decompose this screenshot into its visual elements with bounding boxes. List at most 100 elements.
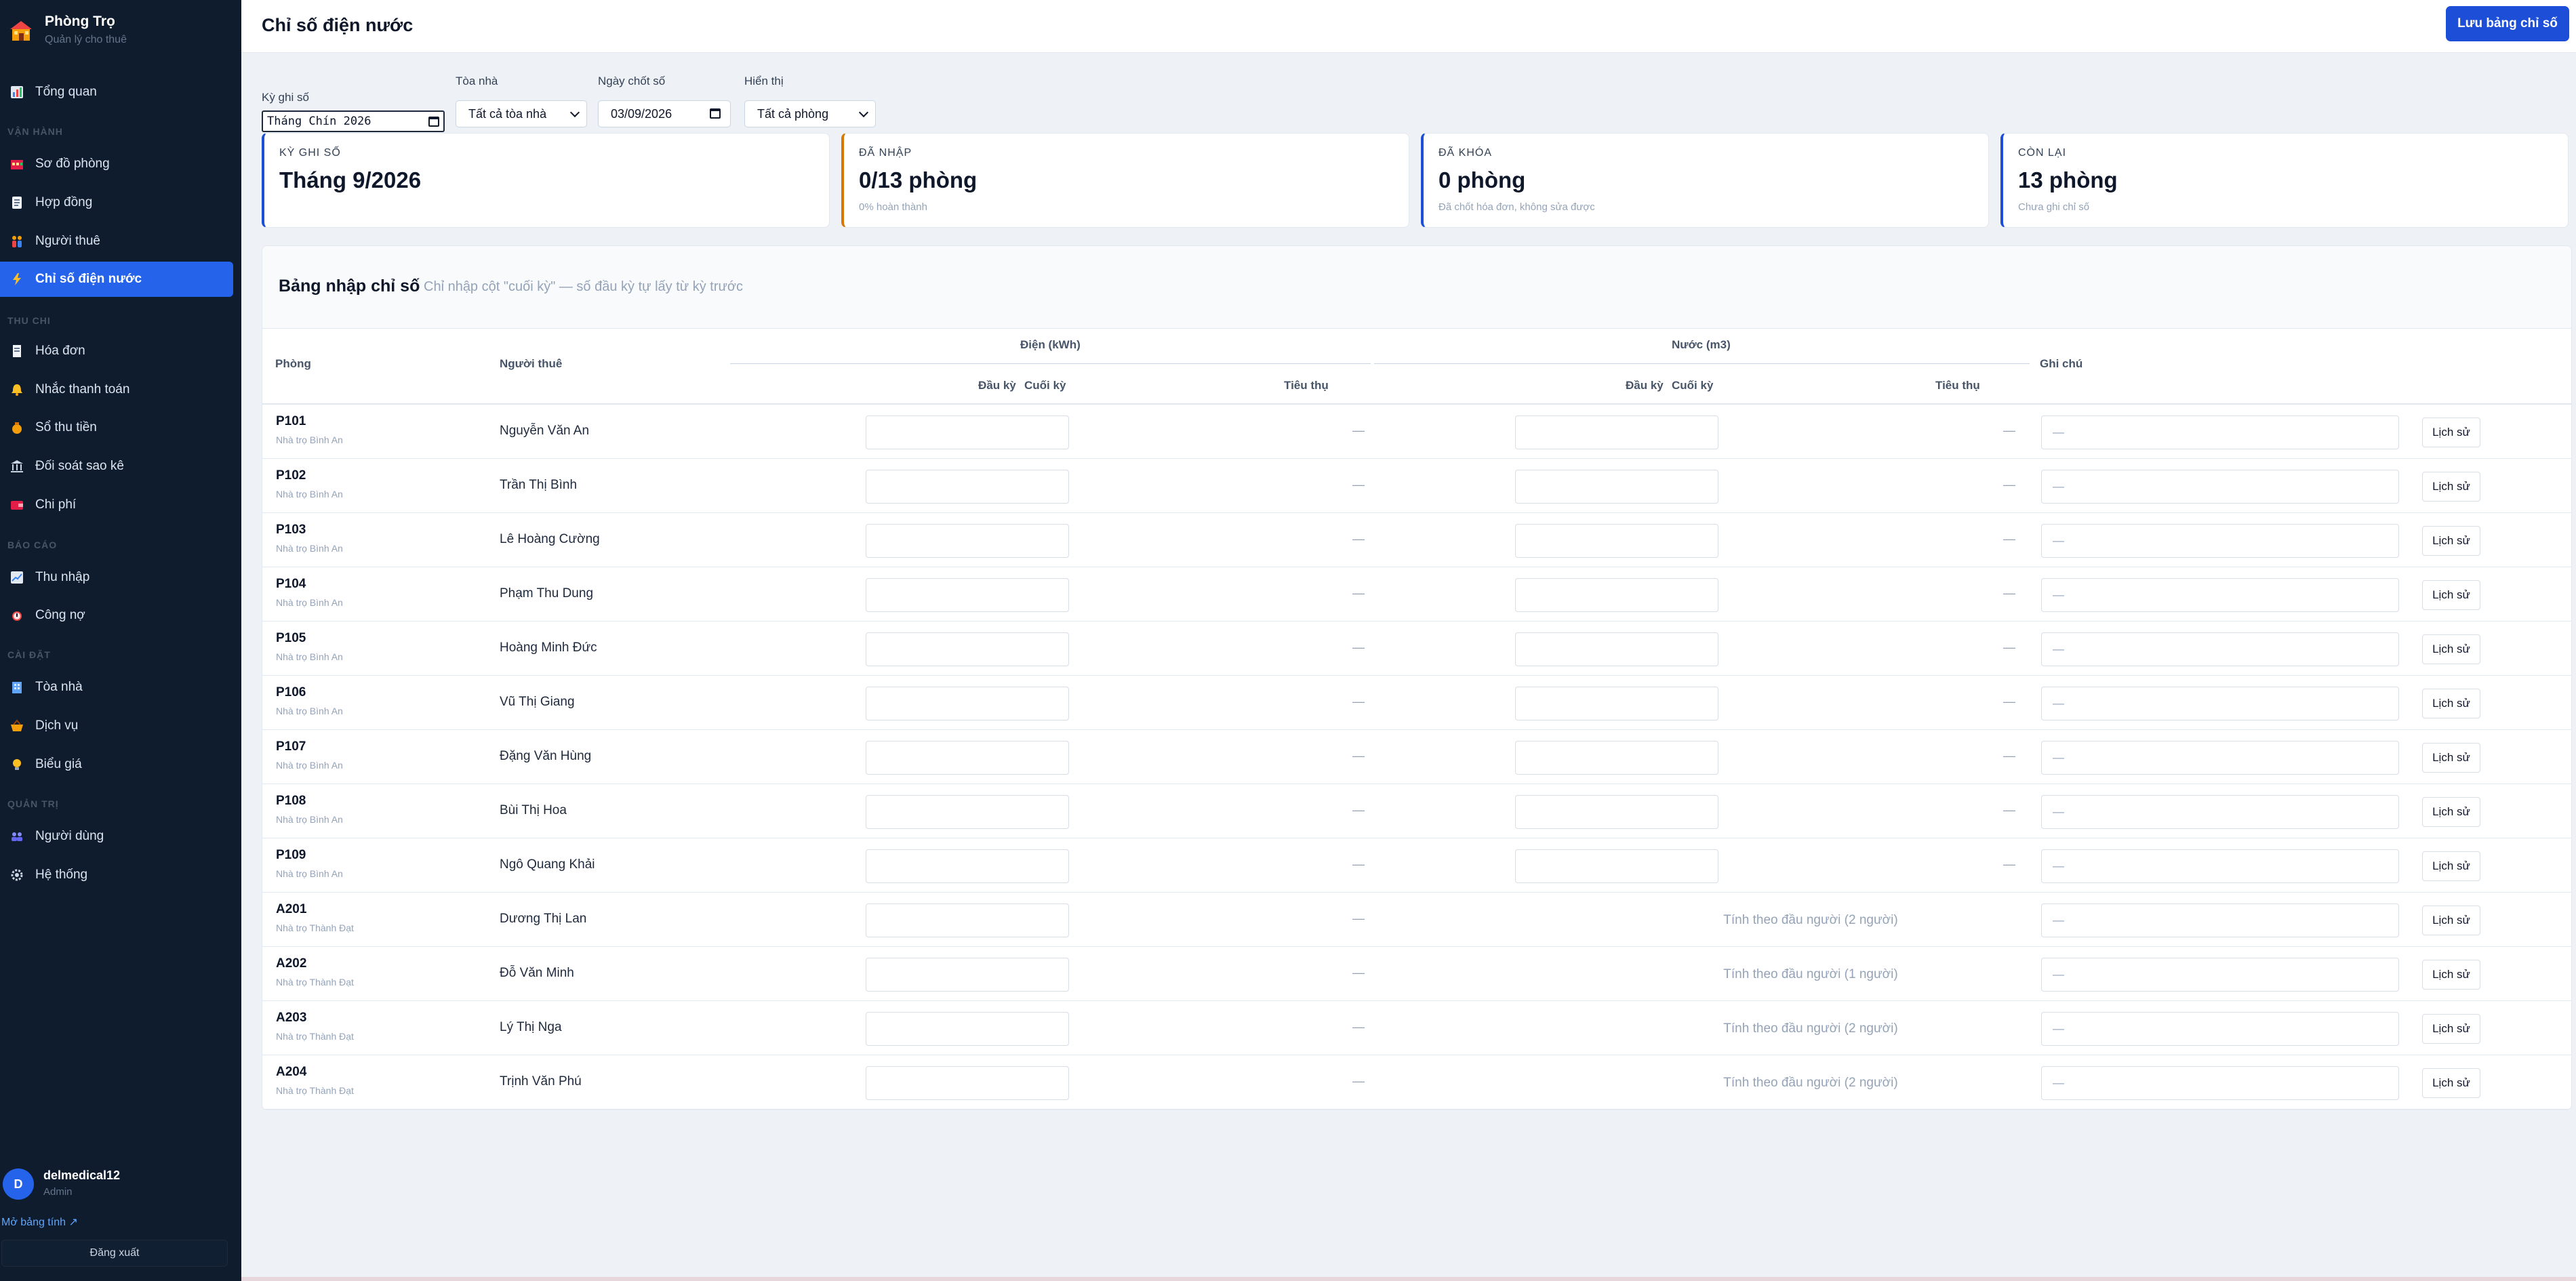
elec-end-input[interactable]: [866, 632, 1069, 666]
nav-room-map[interactable]: Sơ đồ phòng: [0, 146, 233, 182]
elec-end-input[interactable]: [866, 741, 1069, 775]
history-button[interactable]: Lịch sử: [2422, 743, 2480, 773]
history-button[interactable]: Lịch sử: [2422, 634, 2480, 664]
nav-label: Đối soát sao kê: [35, 459, 124, 473]
history-button[interactable]: Lịch sử: [2422, 960, 2480, 990]
elec-end-input[interactable]: [866, 1066, 1069, 1100]
elec-end-input[interactable]: [866, 958, 1069, 992]
chevron-down-icon: [569, 107, 580, 118]
history-button[interactable]: Lịch sử: [2422, 906, 2480, 935]
tenant-name: Lê Hoàng Cường: [500, 532, 600, 546]
show-select[interactable]: Tất cả phòng: [744, 100, 876, 127]
nav-invoices[interactable]: Hóa đơn: [0, 333, 233, 369]
history-button[interactable]: Lịch sử: [2422, 580, 2480, 610]
close-date-input[interactable]: 03/09/2026: [598, 100, 731, 127]
user-block[interactable]: D delmedical12 Admin: [0, 1160, 241, 1208]
col-tenant: Người thuê: [500, 357, 563, 370]
note-placeholder: —: [2053, 751, 2064, 764]
nav-reminders[interactable]: Nhắc thanh toán: [0, 372, 233, 407]
nav-overview[interactable]: Tổng quan: [0, 75, 233, 110]
nav-buildings[interactable]: Tòa nhà: [0, 670, 233, 705]
nav-tenants[interactable]: Người thuê: [0, 224, 233, 259]
note-placeholder: —: [2053, 805, 2064, 818]
elec-usage-value: —: [1352, 424, 1365, 437]
col-elec-end: Cuối kỳ: [1024, 379, 1066, 392]
history-button[interactable]: Lịch sử: [2422, 1014, 2480, 1044]
calendar-icon[interactable]: [428, 117, 439, 127]
history-button[interactable]: Lịch sử: [2422, 851, 2480, 881]
water-end-input[interactable]: [1515, 795, 1718, 829]
nav-system[interactable]: Hệ thống: [0, 857, 233, 893]
nav-pricing[interactable]: Biểu giá: [0, 747, 233, 782]
nav-debts[interactable]: Công nợ: [0, 598, 233, 633]
elec-end-input[interactable]: [866, 849, 1069, 883]
nav-income[interactable]: Thu nhập: [0, 560, 233, 595]
nav-cashbook[interactable]: Sổ thu tiền: [0, 410, 233, 445]
water-end-input[interactable]: [1515, 578, 1718, 612]
room-building: Nhà trọ Bình An: [276, 489, 343, 500]
history-button[interactable]: Lịch sử: [2422, 689, 2480, 718]
room-code: P105: [276, 631, 306, 645]
nav-services[interactable]: Dịch vụ: [0, 708, 233, 744]
water-per-person-note: Tính theo đầu người (2 người): [1723, 913, 1898, 927]
logout-button[interactable]: Đăng xuất: [1, 1240, 228, 1267]
history-button[interactable]: Lịch sử: [2422, 418, 2480, 447]
save-readings-button[interactable]: Lưu bảng chỉ số: [2446, 6, 2569, 41]
water-end-input[interactable]: [1515, 741, 1718, 775]
elec-end-input[interactable]: [866, 903, 1069, 937]
note-input[interactable]: —: [2041, 958, 2399, 992]
nav-expenses[interactable]: Chi phí: [0, 487, 233, 523]
water-end-input[interactable]: [1515, 524, 1718, 558]
note-input[interactable]: —: [2041, 849, 2399, 883]
note-input[interactable]: —: [2041, 687, 2399, 720]
close-date-value: 03/09/2026: [611, 106, 672, 121]
table-row: P108Nhà trọ Bình AnBùi Thị Hoa1.400—90——…: [262, 784, 2571, 838]
water-usage-value: —: [2003, 695, 2015, 708]
calendar-icon[interactable]: [710, 108, 721, 119]
note-input[interactable]: —: [2041, 1012, 2399, 1046]
note-input[interactable]: —: [2041, 632, 2399, 666]
tenant-name: Vũ Thị Giang: [500, 695, 575, 709]
elec-end-input[interactable]: [866, 415, 1069, 449]
note-input[interactable]: —: [2041, 795, 2399, 829]
user-role: Admin: [43, 1186, 73, 1198]
water-end-input[interactable]: [1515, 849, 1718, 883]
water-end-input[interactable]: [1515, 687, 1718, 720]
elec-end-input[interactable]: [866, 578, 1069, 612]
elec-end-input[interactable]: [866, 687, 1069, 720]
note-input[interactable]: —: [2041, 741, 2399, 775]
water-end-input[interactable]: [1515, 415, 1718, 449]
water-end-input[interactable]: [1515, 632, 1718, 666]
elec-end-input[interactable]: [866, 795, 1069, 829]
stat-sub: Chưa ghi chỉ số: [2018, 201, 2090, 213]
nav-meters[interactable]: Chỉ số điện nước: [0, 262, 233, 297]
note-input[interactable]: —: [2041, 470, 2399, 504]
history-button[interactable]: Lịch sử: [2422, 1068, 2480, 1098]
brand[interactable]: Phòng Trọ Quản lý cho thuê: [8, 11, 232, 52]
elec-end-input[interactable]: [866, 524, 1069, 558]
stat-sub: Đã chốt hóa đơn, không sửa được: [1438, 201, 1595, 213]
period-month-input[interactable]: Tháng Chín 2026: [262, 110, 445, 132]
nav-users[interactable]: Người dùng: [0, 819, 233, 854]
group-electric-line: [730, 363, 1371, 364]
brand-title: Phòng Trọ: [45, 14, 115, 29]
history-button[interactable]: Lịch sử: [2422, 797, 2480, 827]
building-select[interactable]: Tất cả tòa nhà: [456, 100, 587, 127]
water-per-person-note: Tính theo đầu người (2 người): [1723, 1021, 1898, 1036]
elec-end-input[interactable]: [866, 1012, 1069, 1046]
elec-end-input[interactable]: [866, 470, 1069, 504]
note-input[interactable]: —: [2041, 903, 2399, 937]
note-input[interactable]: —: [2041, 524, 2399, 558]
room-building: Nhà trọ Thành Đạt: [276, 977, 354, 988]
nav-contracts[interactable]: Hợp đồng: [0, 185, 233, 220]
note-input[interactable]: —: [2041, 415, 2399, 449]
note-input[interactable]: —: [2041, 1066, 2399, 1100]
room-code: A201: [276, 902, 307, 916]
water-end-input[interactable]: [1515, 470, 1718, 504]
history-button[interactable]: Lịch sử: [2422, 526, 2480, 556]
nav-reconcile[interactable]: Đối soát sao kê: [0, 449, 233, 484]
note-input[interactable]: —: [2041, 578, 2399, 612]
open-sheet-link[interactable]: Mở bảng tính ↗: [1, 1215, 78, 1229]
history-button[interactable]: Lịch sử: [2422, 472, 2480, 502]
room-building: Nhà trọ Bình An: [276, 706, 343, 716]
